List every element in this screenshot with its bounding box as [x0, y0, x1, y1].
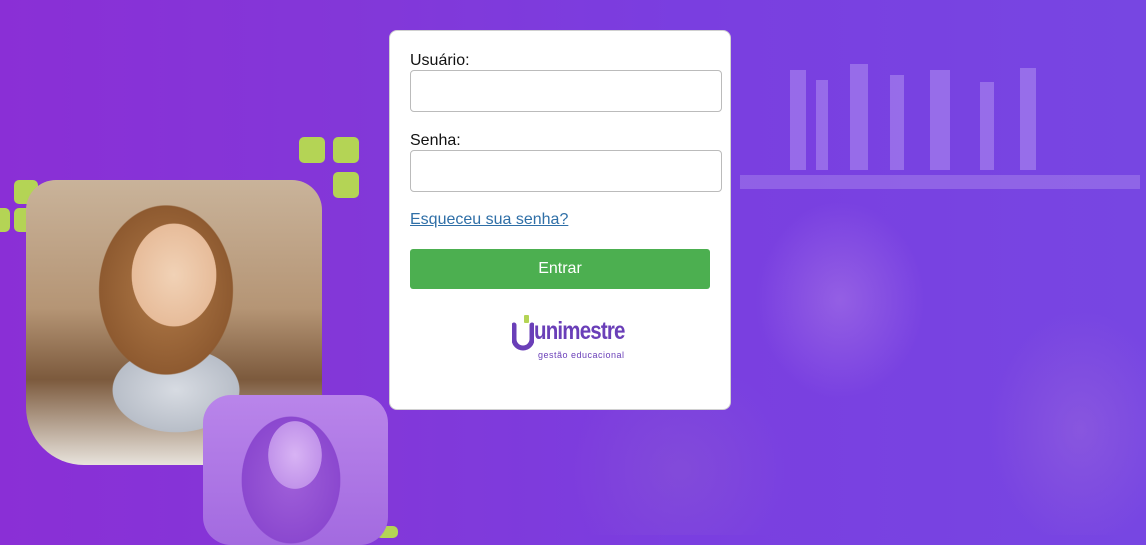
decor-square — [333, 172, 359, 198]
unimestre-logo: unimestre gestão educacional — [512, 311, 625, 371]
username-input[interactable] — [410, 70, 722, 112]
book — [930, 70, 950, 170]
login-button[interactable]: Entrar — [410, 249, 710, 289]
logo-wordmark: unimestre — [534, 317, 625, 345]
password-input[interactable] — [410, 150, 722, 192]
bookshelf — [740, 175, 1140, 189]
logo-tagline: gestão educacional — [538, 350, 625, 360]
book — [850, 64, 868, 170]
decor-square — [0, 208, 10, 232]
login-card: Usuário: Senha: Esqueceu sua senha? Entr… — [389, 30, 731, 410]
book — [980, 82, 994, 170]
unimestre-logo-icon — [512, 315, 534, 351]
smiling-woman-photo — [203, 395, 388, 545]
book — [1020, 68, 1036, 170]
book — [816, 80, 828, 170]
book — [890, 75, 904, 170]
password-label: Senha: — [410, 132, 461, 149]
forgot-password-link[interactable]: Esqueceu sua senha? — [410, 211, 568, 229]
decor-square — [299, 137, 325, 163]
decor-square — [333, 137, 359, 163]
book — [790, 70, 806, 170]
username-label: Usuário: — [410, 52, 470, 69]
